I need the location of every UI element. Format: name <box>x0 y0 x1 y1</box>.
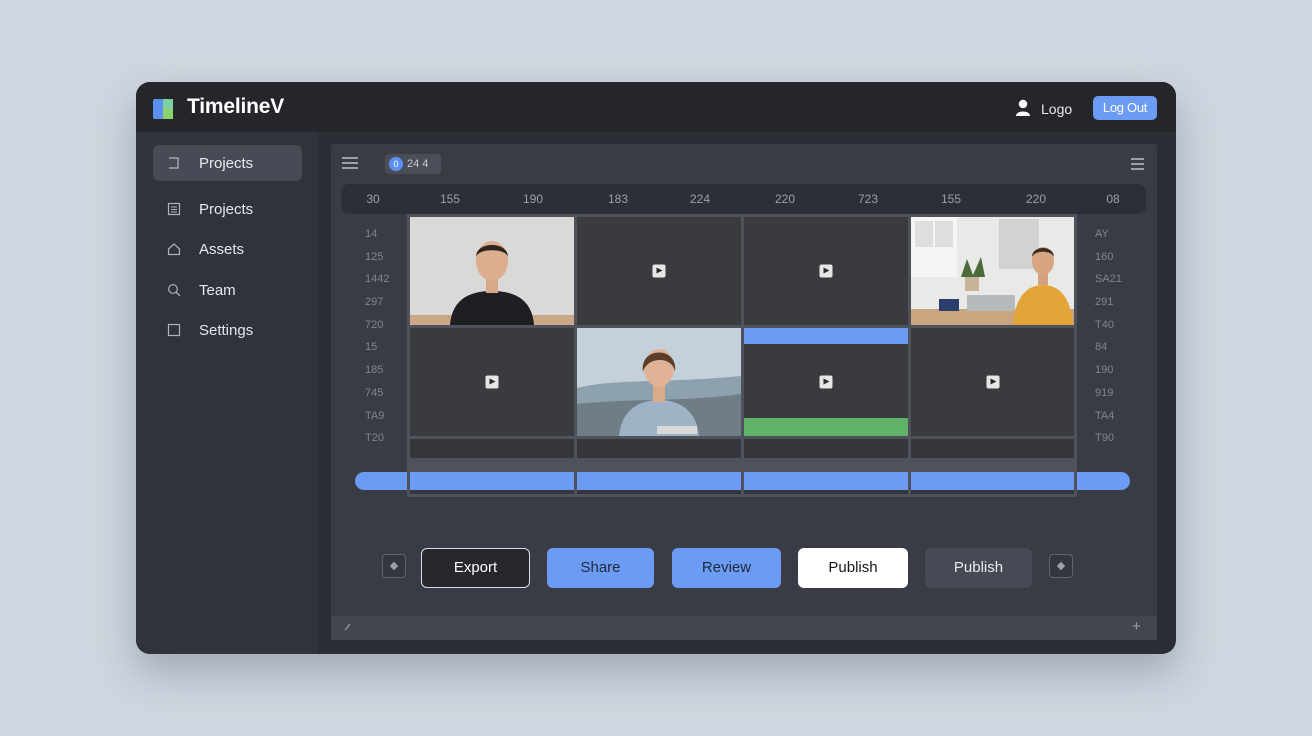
sidebar-item-settings[interactable]: Settings <box>153 312 302 348</box>
track-label: TA4 <box>1095 409 1115 422</box>
track-label: 291 <box>1095 296 1114 309</box>
ruler-tick: 224 <box>689 192 711 206</box>
track-label: 125 <box>365 250 384 263</box>
play-icon[interactable] <box>485 375 499 389</box>
app-title: TimelineV <box>187 95 285 118</box>
track-labels-left: 14 125 1442 297 720 15 185 745 TA9 T20 <box>365 223 405 450</box>
sidebar-item-label: Settings <box>199 322 254 339</box>
track-label: 14 <box>365 228 378 240</box>
sidebar-item-label: Projects <box>199 201 254 218</box>
app-logo-icon <box>153 99 173 119</box>
chip-text: 24 4 <box>407 158 429 170</box>
sidebar-item-label: Projects <box>199 155 254 172</box>
track-label: 720 <box>365 318 384 331</box>
list-icon <box>167 202 181 216</box>
publish-button-secondary[interactable]: Publish <box>925 548 1032 588</box>
track-label: 160 <box>1095 250 1114 263</box>
track-label: 919 <box>1095 386 1114 399</box>
selection-chip[interactable]: 0 24 4 <box>385 154 441 174</box>
title-bar: TimelineV Logo Log Out <box>136 82 1176 132</box>
track-label: 745 <box>365 386 384 399</box>
track-label: 297 <box>365 296 384 309</box>
app-window: TimelineV Logo Log Out Projects Projects <box>136 82 1176 654</box>
ruler-tick: 220 <box>1025 192 1047 206</box>
sidebar-item-team[interactable]: Team <box>153 272 302 308</box>
woman-photo-icon <box>577 328 741 436</box>
home-icon <box>167 242 181 256</box>
ruler-tick: 155 <box>439 192 461 206</box>
ruler-tick: 723 <box>857 192 879 206</box>
track-slot <box>744 439 908 458</box>
clip-video[interactable] <box>577 217 741 325</box>
bracket-icon <box>167 156 181 170</box>
menu-icon[interactable] <box>342 157 358 171</box>
sidebar-item-label: Assets <box>199 241 245 258</box>
next-diamond-icon[interactable] <box>1049 554 1073 578</box>
play-icon[interactable] <box>986 375 999 389</box>
track-labels-right: AY 160 SA21 291 T40 84 190 919 TA4 T90 <box>1095 223 1135 450</box>
sidebar-item-projects[interactable]: Projects <box>153 191 302 227</box>
clip-thumbnail-man[interactable] <box>410 217 574 325</box>
export-button[interactable]: Export <box>421 548 530 588</box>
track-label: T40 <box>1095 318 1114 331</box>
track-slot <box>911 439 1074 458</box>
ruler-tick: 183 <box>607 192 629 206</box>
audio-strip-blue <box>744 328 908 344</box>
play-icon[interactable] <box>819 264 833 278</box>
publish-button-primary[interactable]: Publish <box>798 548 908 588</box>
user-icon[interactable] <box>1016 99 1030 117</box>
audio-strip-green <box>744 418 908 436</box>
track-label: 84 <box>1095 341 1108 354</box>
clip-video[interactable] <box>410 328 574 436</box>
timeline-ruler[interactable]: 30 155 190 183 224 220 723 155 220 08 <box>341 184 1146 214</box>
clip-video[interactable] <box>744 217 908 325</box>
track-label: TA9 <box>365 409 385 422</box>
pencil-icon[interactable] <box>343 620 353 635</box>
review-button[interactable]: Review <box>672 548 781 588</box>
search-icon <box>167 283 181 297</box>
sidebar: Projects Projects Assets Team Settings <box>136 132 318 654</box>
track-label: 15 <box>365 341 378 354</box>
track-dividers <box>407 472 1077 490</box>
person-photo-icon <box>410 217 574 325</box>
track-label: SA21 <box>1095 273 1122 286</box>
ruler-tick: 30 <box>366 192 380 206</box>
status-bar: + <box>331 616 1157 640</box>
square-icon <box>167 323 181 337</box>
logout-button[interactable]: Log Out <box>1093 96 1157 120</box>
sidebar-item-label: Team <box>199 282 236 299</box>
sidebar-item-assets[interactable]: Assets <box>153 231 302 267</box>
clip-grid <box>407 214 1077 497</box>
more-menu-icon[interactable] <box>1131 158 1144 170</box>
clip-video-highlighted[interactable] <box>744 328 908 436</box>
track-slot <box>410 439 574 458</box>
play-icon[interactable] <box>652 264 666 278</box>
office-photo-icon <box>911 217 1074 325</box>
timeline-panel: 0 24 4 30 155 190 183 224 220 723 155 22… <box>331 144 1157 640</box>
ruler-tick: 220 <box>774 192 796 206</box>
clip-thumbnail-office[interactable] <box>911 217 1074 325</box>
track-label: AY <box>1095 228 1109 240</box>
add-icon[interactable]: + <box>1132 618 1141 635</box>
play-icon[interactable] <box>819 375 833 389</box>
share-button[interactable]: Share <box>547 548 654 588</box>
chip-count: 0 <box>389 157 403 171</box>
prev-diamond-icon[interactable] <box>382 554 406 578</box>
clip-video[interactable] <box>911 328 1074 436</box>
track-label: 1442 <box>365 273 390 286</box>
track-label: 190 <box>1095 364 1114 377</box>
ruler-tick: 08 <box>1106 192 1120 206</box>
track-slot <box>577 439 741 458</box>
track-label: T90 <box>1095 432 1114 445</box>
user-name: Logo <box>1041 101 1073 117</box>
clip-thumbnail-woman[interactable] <box>577 328 741 436</box>
ruler-tick: 155 <box>940 192 962 206</box>
sidebar-item-projects-active[interactable]: Projects <box>153 145 302 181</box>
track-label: 185 <box>365 364 384 377</box>
ruler-tick: 190 <box>522 192 544 206</box>
track-label: T20 <box>365 432 384 445</box>
